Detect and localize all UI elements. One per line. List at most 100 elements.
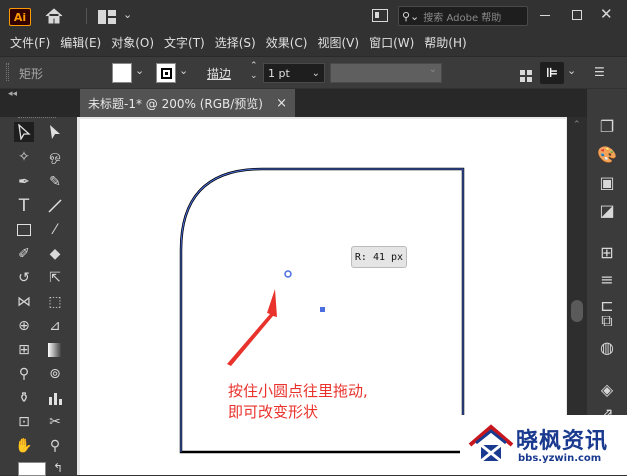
radius-tooltip: R: 41 px <box>351 246 407 268</box>
tab-close-icon[interactable]: × <box>276 96 287 111</box>
menu-file[interactable]: 文件(F) <box>5 34 55 51</box>
menu-edit[interactable]: 编辑(E) <box>55 34 106 51</box>
variable-width-dropdown[interactable]: ⌄ <box>330 63 442 83</box>
hand-tool-icon[interactable]: ✋ <box>14 436 34 456</box>
object-type-label: 矩形 <box>19 67 44 81</box>
menu-type[interactable]: 文字(T) <box>159 34 210 51</box>
pen-tool-icon[interactable]: ✒ <box>14 172 34 192</box>
stroke-dropdown-chevron-icon[interactable]: ⌄ <box>179 64 188 77</box>
perspective-grid-icon[interactable]: ⊿ <box>45 316 65 336</box>
close-icon[interactable]: ✕ <box>600 5 613 23</box>
direct-selection-tool-icon[interactable] <box>45 122 65 142</box>
menu-help[interactable]: 帮助(H) <box>419 34 471 51</box>
swap-colors-icon[interactable]: ↰ <box>53 461 63 475</box>
mesh-tool-icon[interactable]: ⊞ <box>14 340 34 360</box>
stroke-label[interactable]: 描边 <box>207 65 231 82</box>
menu-effect[interactable]: 效果(C) <box>261 34 313 51</box>
align-panel-icon[interactable]: ⊫ <box>540 62 564 84</box>
menu-view[interactable]: 视图(V) <box>312 34 364 51</box>
menu-window[interactable]: 窗口(W) <box>364 34 419 51</box>
column-graph-icon[interactable] <box>45 388 65 408</box>
watermark-name: 晓枫资讯 <box>516 429 609 454</box>
layout-icon[interactable] <box>98 9 118 24</box>
lasso-icon[interactable]: ஒ <box>45 147 65 167</box>
shaper-tool-icon[interactable]: ✐ <box>14 244 34 264</box>
shape-builder-icon[interactable]: ⊕ <box>14 316 34 336</box>
tools-panel <box>0 117 77 475</box>
swatches-panel-icon[interactable]: ▣ <box>597 173 617 192</box>
magic-wand-icon[interactable]: ✧ <box>14 147 34 167</box>
curvature-tool-icon[interactable]: ✎ <box>45 172 65 192</box>
restore-icon[interactable] <box>572 10 582 20</box>
collapse-panel-icon[interactable]: ◂◂ <box>8 89 17 99</box>
stroke-weight-value: 1 pt <box>268 66 290 80</box>
annotation-arrow <box>227 289 277 366</box>
search-placeholder: 搜索 Adobe 帮助 <box>423 12 502 24</box>
separator <box>86 8 87 24</box>
scrollbar-thumb[interactable] <box>571 300 583 322</box>
type-tool-icon[interactable]: T <box>14 196 34 216</box>
grip-handle[interactable] <box>6 63 9 81</box>
eyedropper-icon[interactable]: ⚲ <box>14 364 34 384</box>
transparency-panel-icon[interactable]: ◍ <box>597 338 617 357</box>
transform-panel-icon[interactable]: ⧉ <box>597 311 617 330</box>
title-bar: Ai ⌄ ⚲⌄ 搜索 Adobe 帮助 ✕ <box>0 0 627 32</box>
center-point <box>320 307 325 312</box>
gradient-panel-icon[interactable]: ◪ <box>597 201 617 220</box>
stroke-swatch[interactable] <box>156 63 176 83</box>
annotation-text-line1: 按住小圆点往里拖动, <box>228 382 368 400</box>
properties-panel-icon[interactable]: ❐ <box>597 117 617 136</box>
rotate-tool-icon[interactable]: ↺ <box>14 268 34 288</box>
rectangle-tool-icon[interactable] <box>14 220 34 240</box>
fill-color-swatch[interactable] <box>18 462 46 476</box>
stroke-weight-input[interactable]: 1 pt ⌄ <box>263 63 325 83</box>
selection-tool-icon[interactable] <box>14 122 34 142</box>
document-tab[interactable]: 未标题-1* @ 200% (RGB/预览) × <box>80 89 295 117</box>
width-tool-icon[interactable]: ⋈ <box>14 292 34 312</box>
home-icon[interactable] <box>44 7 64 25</box>
menu-select[interactable]: 选择(S) <box>210 34 261 51</box>
search-box[interactable]: ⚲⌄ 搜索 Adobe 帮助 <box>398 6 528 26</box>
chevron-down-icon[interactable]: ⌄ <box>123 8 132 21</box>
gradient-tool-icon[interactable] <box>45 340 65 360</box>
control-bar: 矩形 ⌄ ⌄ 描边 ⌃ ⌄ 1 pt ⌄ ⌄ ⊫ ⌄ ☰ <box>0 56 627 88</box>
scale-tool-icon[interactable]: ⇱ <box>45 268 65 288</box>
panel-grip <box>18 117 56 120</box>
panel-icon[interactable] <box>372 9 388 22</box>
stroke-weight-stepper-icon[interactable]: ⌃ ⌄ <box>250 61 258 81</box>
grid-icon[interactable] <box>520 67 532 82</box>
zoom-tool-icon[interactable]: ⚲ <box>45 436 65 456</box>
corner-widget-handle <box>284 270 292 278</box>
app-logo: Ai <box>9 8 31 26</box>
menu-object[interactable]: 对象(O) <box>106 34 159 51</box>
eraser-icon[interactable]: ◆ <box>45 244 65 264</box>
watermark-url: bbs.yzwin.com <box>518 453 602 464</box>
document-tab-title: 未标题-1* @ 200% (RGB/预览) <box>88 96 263 111</box>
blend-tool-icon[interactable]: ⊚ <box>45 364 65 384</box>
layers-panel-icon[interactable]: ◈ <box>597 380 617 399</box>
slice-tool-icon[interactable]: ✂ <box>45 412 65 432</box>
fill-dropdown-chevron-icon[interactable]: ⌄ <box>135 64 144 77</box>
radius-tooltip-text: R: 41 px <box>354 251 404 263</box>
scroll-up-icon[interactable]: ⌃ <box>573 120 581 130</box>
stroke-panel-icon[interactable]: ≡ <box>597 270 617 289</box>
symbol-sprayer-icon[interactable]: ⚱ <box>14 388 34 408</box>
tab-row: ◂◂ 未标题-1* @ 200% (RGB/预览) × ▸▸ <box>0 89 627 117</box>
paintbrush-icon[interactable]: ⁄ <box>45 220 65 240</box>
chevron-down-icon: ⌄ <box>428 64 437 75</box>
artboard-tool-icon[interactable]: ⊡ <box>14 412 34 432</box>
menu-bar: 文件(F) 编辑(E) 对象(O) 文字(T) 选择(S) 效果(C) 视图(V… <box>0 32 627 53</box>
free-transform-icon[interactable]: ⬚ <box>45 292 65 312</box>
line-tool-icon[interactable] <box>45 196 65 216</box>
symbols-panel-icon[interactable]: ⊞ <box>597 243 617 262</box>
annotation-text-line2: 即可改变形状 <box>228 403 319 421</box>
fill-swatch[interactable] <box>112 63 132 83</box>
watermark: 晓枫资讯 bbs.yzwin.com <box>460 415 627 475</box>
minimize-icon[interactable] <box>540 15 550 16</box>
chevron-down-icon[interactable]: ⌄ <box>567 64 576 77</box>
chevron-down-icon: ⌄ <box>311 67 320 79</box>
color-panel-icon[interactable]: 🎨 <box>597 145 617 164</box>
search-icon: ⚲⌄ <box>402 9 420 23</box>
watermark-logo <box>468 424 514 463</box>
menu-list-icon[interactable]: ☰ <box>594 65 605 79</box>
